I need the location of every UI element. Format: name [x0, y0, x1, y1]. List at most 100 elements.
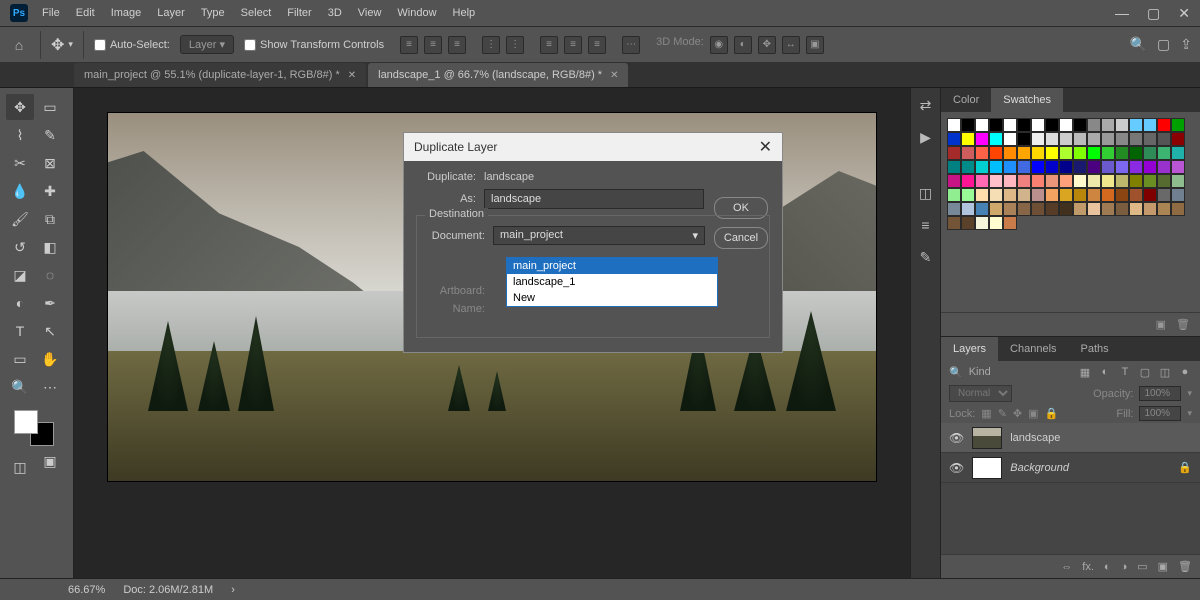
swatch[interactable] — [1157, 132, 1171, 146]
chevron-right-icon[interactable]: › — [231, 584, 235, 596]
filter-toggle-icon[interactable]: ● — [1178, 365, 1192, 379]
swatch[interactable] — [947, 132, 961, 146]
pan-icon[interactable]: ✥ — [758, 36, 776, 54]
dodge-tool[interactable]: ◐ — [6, 290, 34, 316]
tab-layers[interactable]: Layers — [941, 337, 998, 361]
layer-mask-icon[interactable]: ◐ — [1104, 561, 1111, 573]
swatch[interactable] — [989, 160, 1003, 174]
swatch[interactable] — [1171, 146, 1185, 160]
swatch[interactable] — [1157, 118, 1171, 132]
minimize-icon[interactable]: — — [1115, 5, 1129, 22]
menu-filter[interactable]: Filter — [287, 7, 311, 19]
swatch[interactable] — [989, 216, 1003, 230]
swatch[interactable] — [1017, 160, 1031, 174]
quick-mask-icon[interactable]: ◫ — [6, 454, 34, 480]
swatch[interactable] — [1087, 160, 1101, 174]
home-icon[interactable]: ⌂ — [8, 34, 30, 56]
swatch[interactable] — [947, 146, 961, 160]
delete-layer-icon[interactable]: 🗑 — [1178, 560, 1192, 573]
align-middle-icon[interactable]: ≡ — [564, 36, 582, 54]
swatch[interactable] — [975, 132, 989, 146]
type-tool[interactable]: T — [6, 318, 34, 344]
swatch[interactable] — [947, 174, 961, 188]
align-bottom-icon[interactable]: ≡ — [588, 36, 606, 54]
close-tab-icon[interactable]: ✕ — [348, 70, 356, 81]
swatch[interactable] — [1143, 202, 1157, 216]
swatch[interactable] — [961, 118, 975, 132]
swatch[interactable] — [1073, 202, 1087, 216]
swatch[interactable] — [1031, 202, 1045, 216]
swatch[interactable] — [975, 146, 989, 160]
swatch[interactable] — [1157, 174, 1171, 188]
lasso-tool[interactable]: ⌇ — [6, 122, 34, 148]
swatch[interactable] — [1101, 202, 1115, 216]
swatch[interactable] — [961, 216, 975, 230]
swatch[interactable] — [1171, 118, 1185, 132]
swatch[interactable] — [1171, 160, 1185, 174]
filter-smart-icon[interactable]: ◫ — [1158, 365, 1172, 379]
tab-color[interactable]: Color — [941, 88, 991, 112]
layer-name[interactable]: Background — [1010, 462, 1069, 474]
swatch[interactable] — [1059, 118, 1073, 132]
swatch[interactable] — [1115, 118, 1129, 132]
swatch[interactable] — [1045, 160, 1059, 174]
chevron-down-icon[interactable]: ▾ — [1187, 408, 1192, 419]
swatch[interactable] — [1003, 202, 1017, 216]
as-input[interactable] — [484, 189, 704, 209]
swatch[interactable] — [1031, 188, 1045, 202]
swatch[interactable] — [975, 160, 989, 174]
swatch[interactable] — [961, 160, 975, 174]
swatch[interactable] — [1087, 146, 1101, 160]
lock-move-icon[interactable]: ✥ — [1013, 407, 1022, 420]
swatch[interactable] — [1003, 188, 1017, 202]
swatch[interactable] — [1101, 118, 1115, 132]
shape-tool[interactable]: ▭ — [6, 346, 34, 372]
swatch[interactable] — [1017, 132, 1031, 146]
swatch[interactable] — [989, 188, 1003, 202]
swatch[interactable] — [961, 146, 975, 160]
menu-3d[interactable]: 3D — [328, 7, 342, 19]
swatch[interactable] — [1101, 146, 1115, 160]
stamp-tool[interactable]: ⧉ — [36, 206, 64, 232]
swatch[interactable] — [1143, 132, 1157, 146]
swatch[interactable] — [1059, 160, 1073, 174]
dialog-titlebar[interactable]: Duplicate Layer ✕ — [404, 133, 782, 161]
swatch[interactable] — [1157, 188, 1171, 202]
swatch[interactable] — [1101, 188, 1115, 202]
swatch[interactable] — [1101, 174, 1115, 188]
new-layer-icon[interactable]: ▣ — [1158, 560, 1168, 573]
filter-pixel-icon[interactable]: ▦ — [1078, 365, 1092, 379]
document-tab[interactable]: main_project @ 55.1% (duplicate-layer-1,… — [74, 63, 366, 87]
menu-view[interactable]: View — [358, 7, 382, 19]
adjustment-layer-icon[interactable]: ◑ — [1121, 561, 1128, 573]
swatch[interactable] — [989, 174, 1003, 188]
swatch[interactable] — [1087, 118, 1101, 132]
close-icon[interactable]: ✕ — [759, 137, 772, 157]
swatch[interactable] — [1073, 160, 1087, 174]
swatch[interactable] — [1059, 174, 1073, 188]
path-select-tool[interactable]: ↖ — [36, 318, 64, 344]
maximize-icon[interactable]: ▢ — [1147, 5, 1160, 22]
swatch[interactable] — [1003, 160, 1017, 174]
swatch[interactable] — [1101, 132, 1115, 146]
menu-select[interactable]: Select — [241, 7, 272, 19]
gradient-tool[interactable]: ◪ — [6, 262, 34, 288]
swatch[interactable] — [989, 132, 1003, 146]
swatch[interactable] — [1115, 160, 1129, 174]
frame-tool[interactable]: ⊠ — [36, 150, 64, 176]
swatch[interactable] — [1143, 146, 1157, 160]
search-icon[interactable]: 🔍 — [1130, 36, 1147, 53]
frame-icon[interactable]: ▢ — [1157, 36, 1170, 53]
swatch[interactable] — [1017, 118, 1031, 132]
history-panel-icon[interactable]: ⇄ — [917, 96, 935, 114]
eraser-tool[interactable]: ◧ — [36, 234, 64, 260]
search-icon[interactable]: 🔍 — [949, 366, 963, 379]
pen-tool[interactable]: ✒ — [36, 290, 64, 316]
menu-edit[interactable]: Edit — [76, 7, 95, 19]
align-left-icon[interactable]: ≡ — [400, 36, 418, 54]
doc-size-value[interactable]: Doc: 2.06M/2.81M — [123, 584, 213, 596]
swatch[interactable] — [1059, 202, 1073, 216]
roll-icon[interactable]: ◐ — [734, 36, 752, 54]
adjustments-panel-icon[interactable]: ≡ — [917, 216, 935, 234]
swatch[interactable] — [975, 202, 989, 216]
